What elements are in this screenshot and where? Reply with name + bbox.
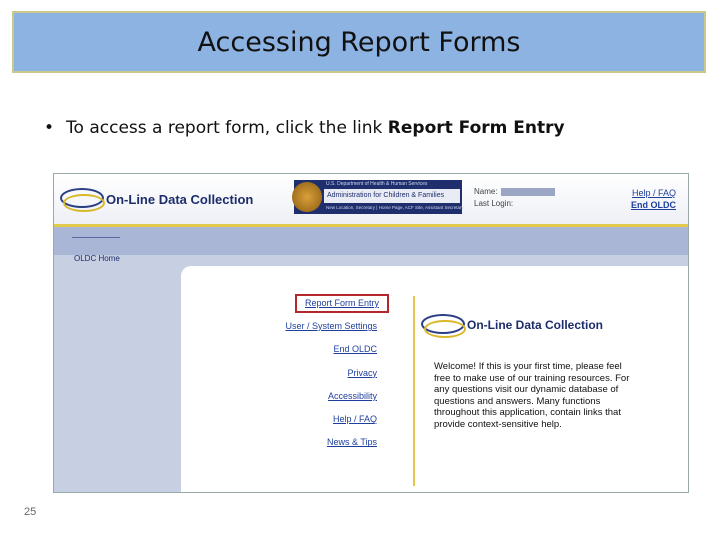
user-info: Name: Last Login: — [474, 186, 555, 210]
content-link-list: Report Form Entry User / System Settings… — [181, 294, 389, 459]
bullet-dot-icon: • — [44, 118, 55, 138]
panel-logo: On-Line Data Collection — [419, 310, 603, 340]
oldc-logo-icon — [58, 184, 105, 214]
last-login-label: Last Login: — [474, 199, 514, 208]
user-name-label: Name: — [474, 187, 498, 196]
welcome-text: Welcome! If this is your first time, ple… — [434, 361, 630, 430]
bullet-text: To access a report form, click the link — [66, 118, 388, 138]
instruction-bullet: • To access a report form, click the link… — [44, 118, 565, 138]
privacy-link[interactable]: Privacy — [181, 366, 389, 389]
oldc-screenshot: On-Line Data Collection U.S. Department … — [53, 173, 689, 493]
news-tips-link[interactable]: News & Tips — [181, 435, 389, 458]
nav-strip — [54, 227, 688, 255]
top-links: Help / FAQ End OLDC — [631, 187, 676, 211]
report-form-entry-link[interactable]: Report Form Entry — [294, 294, 389, 313]
panel-logo-text: On-Line Data Collection — [467, 318, 604, 332]
agency-line1: U.S. Department of Health & Human Servic… — [326, 181, 428, 187]
app-header: On-Line Data Collection U.S. Department … — [54, 174, 688, 227]
end-oldc-content-link[interactable]: End OLDC — [181, 342, 389, 365]
help-faq-content-link[interactable]: Help / FAQ — [181, 412, 389, 435]
user-system-settings-link[interactable]: User / System Settings — [181, 319, 389, 342]
panel-logo-icon — [419, 310, 466, 340]
page-number: 25 — [24, 506, 37, 518]
sidenav-item-home[interactable]: OLDC Home — [74, 254, 120, 263]
bullet-bold-text: Report Form Entry — [387, 118, 565, 138]
redacted-name — [500, 187, 555, 196]
oldc-logo-text: On-Line Data Collection — [106, 191, 254, 207]
accessibility-link[interactable]: Accessibility — [181, 389, 389, 412]
hhs-eagle-icon — [292, 182, 322, 212]
agency-line3: New Location, Secretary | Home Page, ACF… — [326, 205, 464, 210]
agency-name: Administration for Children & Families — [324, 189, 460, 203]
slide-title-bar: Accessing Report Forms — [12, 11, 706, 73]
acf-banner: U.S. Department of Health & Human Servic… — [292, 180, 464, 214]
sidenav-divider — [72, 237, 120, 238]
content-panel: Report Form Entry User / System Settings… — [181, 266, 688, 492]
end-oldc-link[interactable]: End OLDC — [631, 199, 676, 211]
oldc-logo: On-Line Data Collection — [58, 184, 253, 214]
slide-title: Accessing Report Forms — [197, 26, 521, 58]
help-faq-link[interactable]: Help / FAQ — [631, 187, 676, 199]
content-divider — [413, 296, 415, 486]
